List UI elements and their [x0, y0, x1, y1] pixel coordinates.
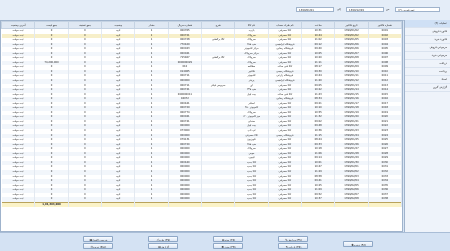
table-header: شماره فاکتور تاریخ فاکتور ساعت نام طرف حساب… [1, 21, 402, 29]
total-cell [234, 201, 269, 208]
total-cell [101, 201, 136, 208]
title-input[interactable]: (7) عمه فهرس [395, 7, 440, 12]
data-grid: شماره فاکتور تاریخ فاکتور ساعت نام طرف حساب… [0, 20, 403, 232]
refresh-button[interactable]: ↻بازیابی (F6) [278, 243, 308, 249]
column-header[interactable]: شماره فاکتور [367, 21, 402, 29]
sidebar-item[interactable]: فاتورة خرید [405, 36, 450, 44]
column-header[interactable]: نام طرف حساب [267, 21, 303, 29]
sidebar-item[interactable]: اسناد [405, 76, 450, 84]
edit-button[interactable]: ✎ویرایش (F5) [278, 236, 308, 242]
column-header[interactable]: آخرین وضعیت [1, 21, 36, 29]
invoice-table: شماره فاکتور تاریخ فاکتور ساعت نام طرف حساب… [1, 21, 402, 208]
total-cell [168, 201, 203, 208]
total-cell [134, 201, 169, 208]
date-from-input[interactable]: 1399/01/01 [296, 7, 334, 12]
column-header[interactable]: شماره سریال [167, 21, 203, 29]
sidebar-item[interactable]: پرداخت [405, 68, 450, 76]
close-button[interactable]: ⏻خروج (Esc) [83, 243, 113, 249]
date-to-input[interactable]: 1399/12/29 [346, 7, 384, 12]
column-header[interactable]: ساعت [301, 21, 336, 29]
date-label: إلى [337, 8, 341, 11]
column-header[interactable]: جمع تخفیف [67, 21, 103, 29]
report-button[interactable]: ▤گزارش [148, 243, 178, 249]
sidebar-header[interactable]: عمليات (7) [405, 20, 450, 28]
excel-button[interactable]: ▦خروجی اکسل [83, 236, 113, 242]
delete-button[interactable]: ✖حذف (F8) [213, 243, 243, 249]
total-cell [68, 201, 103, 208]
new-button[interactable]: ⊕جدید (F4) [213, 236, 243, 242]
column-header[interactable]: وضعيت [101, 21, 136, 29]
column-header[interactable]: مقدار [134, 21, 169, 29]
sidebar-item[interactable]: مرجوعي فروش [405, 44, 450, 52]
sidebar: عمليات (7) فاتورة فروش فاتورة خرید مرجوعي … [404, 20, 450, 232]
bottom-button-bar: ✚ذخیره (F2) ✎ویرایش (F5) ↻بازیابی (F6) ⊕… [0, 232, 450, 251]
total-cell [268, 201, 303, 208]
print-button[interactable]: ⎙چاپ (F9) [148, 236, 178, 242]
save-button[interactable]: ✚ذخیره (F2) [343, 241, 373, 247]
column-header[interactable]: نام کالا [234, 21, 269, 29]
sidebar-item[interactable]: دریافت [405, 60, 450, 68]
sidebar-item[interactable]: مرجوعي خرید [405, 52, 450, 60]
column-header[interactable]: شرح [201, 21, 236, 29]
total-value: 1,01,304,000 [34, 201, 69, 208]
sidebar-item[interactable]: فاتورة فروش [405, 28, 450, 36]
range-label: من [386, 8, 390, 11]
total-cell [301, 201, 336, 208]
total-row: 1,01,304,000 [1, 201, 402, 208]
sidebar-item[interactable]: گزارش گيري [405, 84, 450, 92]
column-header[interactable]: تاریخ فاکتور [334, 21, 369, 29]
top-toolbar: (7) عمه فهرس من 1399/12/29 إلى 1399/01/0… [0, 0, 450, 21]
total-cell [368, 201, 402, 208]
column-header[interactable]: جمع قیمت [34, 21, 69, 29]
total-cell [334, 201, 369, 208]
total-cell [1, 201, 36, 208]
total-cell [201, 201, 236, 208]
